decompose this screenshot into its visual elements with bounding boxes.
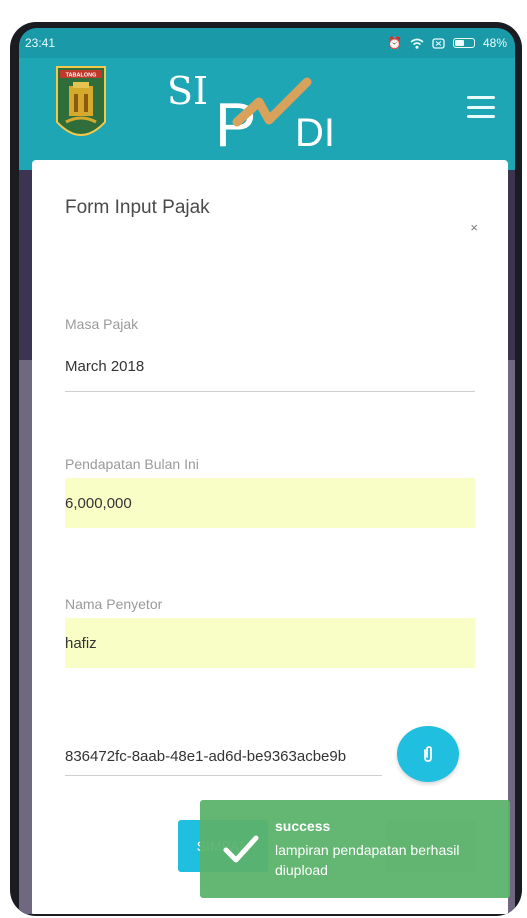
menu-line xyxy=(467,96,495,99)
hamburger-menu-button[interactable] xyxy=(467,96,495,118)
alarm-icon: ⏰ xyxy=(387,36,402,50)
pendapatan-label: Pendapatan Bulan Ini xyxy=(65,456,199,472)
nama-penyetor-field[interactable] xyxy=(65,618,475,668)
svg-text:DI: DI xyxy=(295,111,335,154)
crest-logo-icon: TABALONG xyxy=(56,66,106,136)
masa-pajak-label: Masa Pajak xyxy=(65,316,139,332)
modal-title: Form Input Pajak xyxy=(65,197,210,218)
paperclip-icon xyxy=(424,746,432,762)
toast-title: success xyxy=(275,818,331,834)
status-time: 23:41 xyxy=(25,36,56,50)
battery-icon xyxy=(452,38,475,48)
menu-line xyxy=(467,105,495,109)
app-logo: SI P DI xyxy=(167,69,335,154)
battery-level: 48% xyxy=(482,36,507,50)
checkmark-icon xyxy=(223,835,259,863)
status-icons: ⏰ 48% xyxy=(387,36,507,50)
sim-icon xyxy=(432,37,445,49)
lampiran-file-field[interactable] xyxy=(65,738,382,776)
status-bar: 23:41 ⏰ 48% xyxy=(19,28,515,58)
app-header: TABALONG SI P DI xyxy=(19,58,515,170)
masa-pajak-field[interactable] xyxy=(65,342,475,392)
pendapatan-field[interactable] xyxy=(65,478,475,528)
attach-file-button[interactable] xyxy=(397,726,459,782)
menu-line xyxy=(467,115,495,118)
svg-text:SI: SI xyxy=(167,69,208,113)
wifi-icon xyxy=(410,38,424,49)
crest-text: TABALONG xyxy=(66,73,97,79)
phone-frame: 23:41 ⏰ 48% TABALONG SI P DI Form Input … xyxy=(10,22,522,916)
nama-penyetor-label: Nama Penyetor xyxy=(65,596,163,612)
close-button[interactable]: × xyxy=(470,220,478,235)
success-toast[interactable]: success lampiran pendapatan berhasil diu… xyxy=(200,800,510,898)
screen: 23:41 ⏰ 48% TABALONG SI P DI Form Input … xyxy=(19,28,515,914)
toast-message: lampiran pendapatan berhasil diupload xyxy=(275,842,460,878)
